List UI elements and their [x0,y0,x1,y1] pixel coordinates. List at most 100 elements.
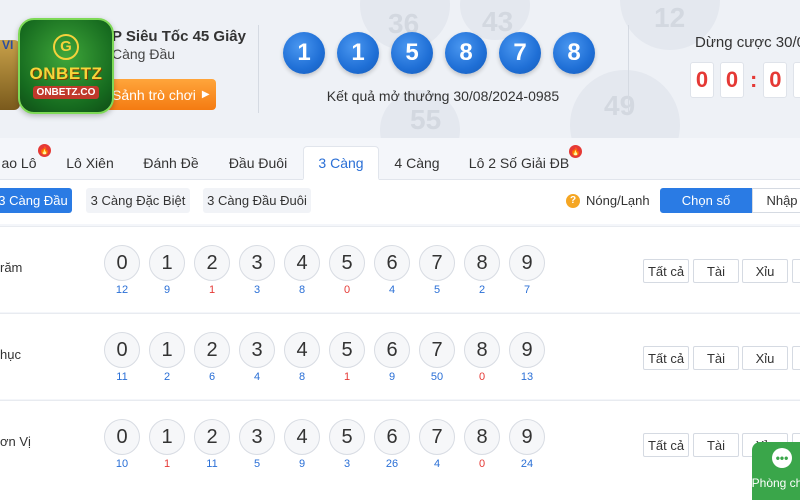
big-button[interactable]: Tài [693,259,739,283]
number-ball-8[interactable]: 8 [464,419,500,455]
number-ball-7[interactable]: 7 [419,332,455,368]
result-ball: 1 [337,32,379,74]
small-button[interactable]: Xỉu [742,346,788,370]
select-all-button[interactable]: Tất cả [643,259,689,283]
digit-stat: 4 [433,458,441,470]
big-button[interactable]: Tài [693,346,739,370]
tab-lo-xien[interactable]: Lô Xiên [58,146,122,180]
number-ball-0[interactable]: 0 [104,332,140,368]
digit-stat: 11 [206,458,218,470]
number-ball-8[interactable]: 8 [464,332,500,368]
number-ball-3[interactable]: 3 [239,419,275,455]
number-ball-5[interactable]: 5 [329,419,365,455]
logo-emblem-icon: G [53,33,79,60]
tab-4-cang[interactable]: 4 Càng [388,146,446,180]
deco-number: 49 [604,90,636,121]
number-ball-6[interactable]: 6 [374,245,410,281]
mode-label: Chọn số [681,193,731,208]
hot-cold-toggle[interactable]: ? Nóng/Lạnh [566,193,650,208]
digit-stat: 13 [520,371,534,383]
number-ball-1[interactable]: 1 [149,245,185,281]
subtab-3-cang-dau-duoi[interactable]: 3 Càng Đầu Đuôi [203,188,311,213]
number-ball-0[interactable]: 0 [104,419,140,455]
mode-pick-number-button[interactable]: Chọn số [660,188,752,213]
countdown-separator: : [750,67,758,92]
number-ball-0[interactable]: 0 [104,245,140,281]
tab-label: 3 Càng [318,154,364,171]
mode-input-button[interactable]: Nhập [752,188,800,213]
number-ball-9[interactable]: 9 [509,332,545,368]
number-ball-3[interactable]: 3 [239,332,275,368]
tab-dau-duoi[interactable]: Đầu Đuôi [222,146,294,180]
digit-stat: 3 [343,458,351,470]
countdown-digit: 0 [720,62,744,98]
extra-button[interactable] [792,346,800,370]
digit-stat: 0 [478,458,486,470]
game-type-tabs: ao Lô 🔥 Lô Xiên Đánh Đề Đầu Đuôi 3 Càng … [0,138,800,180]
row-label: ơn Vị [0,434,31,449]
extra-button[interactable] [792,259,800,283]
subtab-3-cang-dac-biet[interactable]: 3 Càng Đặc Biệt [86,188,190,213]
countdown-digit: 0 [690,62,714,98]
tab-3-cang[interactable]: 3 Càng [303,146,379,180]
game-title: P Siêu Tốc 45 Giây [112,28,246,45]
small-button[interactable]: Xỉu [742,259,788,283]
digit-stat: 0 [343,284,351,296]
deco-number: 55 [410,104,442,135]
subtab-label: 3 Càng Đầu [0,193,68,208]
tab-lo-2-so-giai-db[interactable]: Lô 2 Số Giải ĐB [464,146,574,180]
digit-stat: 4 [388,284,396,296]
digit-stat: 8 [298,371,306,383]
digit-stat: 9 [298,458,306,470]
number-ball-7[interactable]: 7 [419,245,455,281]
number-ball-9[interactable]: 9 [509,245,545,281]
result-ball: 8 [553,32,595,74]
number-ball-2[interactable]: 2 [194,332,230,368]
play-arrow-icon: ▶ [201,89,210,100]
digit-stat: 24 [520,458,534,470]
digit-stat: 1 [343,371,351,383]
brand-logo[interactable]: G ONBETZ ONBETZ.CO [18,18,114,114]
result-ball: 1 [283,32,325,74]
tab-label: Lô 2 Số Giải ĐB [468,155,570,171]
logo-brand-text: ONBETZ [29,63,103,83]
number-ball-6[interactable]: 6 [374,332,410,368]
number-ball-2[interactable]: 2 [194,245,230,281]
result-balls: 1 1 5 8 7 8 [283,32,595,74]
digit-stat: 50 [430,371,444,383]
row-label: răm [0,260,23,275]
big-button[interactable]: Tài [693,433,739,457]
select-all-button[interactable]: Tất cả [643,346,689,370]
number-ball-4[interactable]: 4 [284,332,320,368]
header-divider [628,25,629,113]
number-ball-1[interactable]: 1 [149,332,185,368]
countdown-label: Dừng cược 30/0 [695,34,800,51]
subtab-3-cang-dau[interactable]: 3 Càng Đầu [0,188,72,213]
chat-icon: ••• [772,448,792,468]
tab-danh-de[interactable]: Đánh Đề [136,146,206,180]
number-ball-8[interactable]: 8 [464,245,500,281]
tab-label: 4 Càng [394,155,440,171]
hot-cold-label: Nóng/Lạnh [586,193,650,208]
number-ball-5[interactable]: 5 [329,332,365,368]
tab-label: Đầu Đuôi [228,155,288,171]
number-ball-6[interactable]: 6 [374,419,410,455]
logo-domain-text: ONBETZ.CO [32,85,100,99]
result-ball: 8 [445,32,487,74]
number-ball-1[interactable]: 1 [149,419,185,455]
hot-icon: 🔥 [38,144,51,157]
chat-widget[interactable]: ••• Phòng chat [752,442,800,500]
digit-stat: 6 [208,371,216,383]
lobby-button[interactable]: Sảnh trò chơi ▶ [106,79,216,110]
subtab-label: 3 Càng Đầu Đuôi [207,193,307,208]
number-ball-2[interactable]: 2 [194,419,230,455]
digit-stat: 8 [298,284,306,296]
countdown-digit: 0 [793,62,800,98]
number-ball-4[interactable]: 4 [284,245,320,281]
select-all-button[interactable]: Tất cả [643,433,689,457]
number-ball-5[interactable]: 5 [329,245,365,281]
number-ball-4[interactable]: 4 [284,419,320,455]
number-ball-3[interactable]: 3 [239,245,275,281]
number-ball-7[interactable]: 7 [419,419,455,455]
number-ball-9[interactable]: 9 [509,419,545,455]
